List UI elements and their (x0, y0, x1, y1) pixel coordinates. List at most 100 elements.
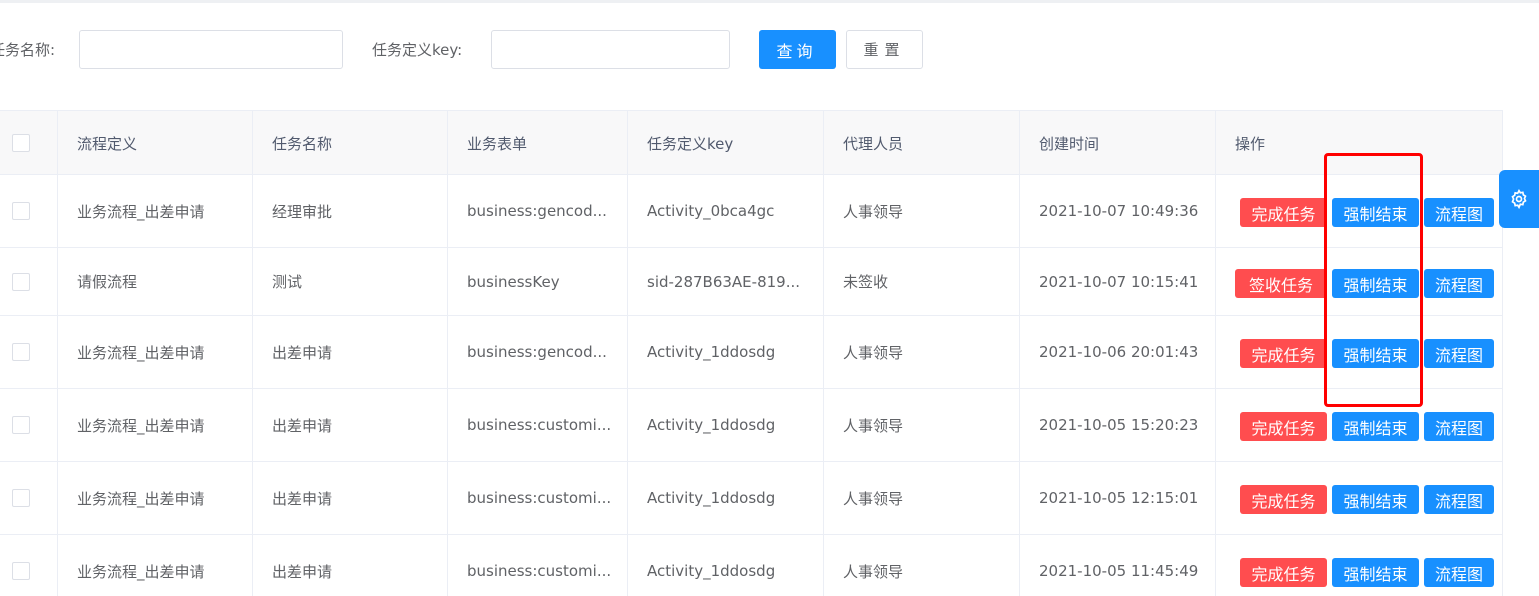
complete-task-button[interactable]: 完成任务 (1240, 558, 1327, 587)
cell-created-time: 2021-10-07 10:49:36 (1020, 175, 1216, 247)
cell-created-time-text: 2021-10-05 15:20:23 (1039, 416, 1199, 434)
cell-task-key: sid-287B63AE-819... (628, 248, 824, 315)
cell-task-key-text: Activity_1ddosdg (647, 489, 776, 507)
row-checkbox[interactable] (12, 489, 30, 507)
complete-task-button[interactable]: 完成任务 (1240, 412, 1327, 441)
complete-task-button[interactable]: 完成任务 (1240, 485, 1327, 514)
force-end-button[interactable]: 强制结束 (1332, 485, 1419, 514)
cell-actions: 完成任务 强制结束 流程图 (1216, 316, 1502, 388)
cell-task-key: Activity_1ddosdg (628, 389, 824, 461)
cell-actions: 完成任务 强制结束 流程图 (1216, 535, 1502, 596)
cell-process-text: 业务流程_出差申请 (77, 489, 205, 508)
cell-task-name: 出差申请 (253, 535, 448, 596)
header-select-all (0, 111, 58, 175)
cell-task-key-text: Activity_0bca4gc (647, 202, 775, 220)
cell-business-form-text: businessKey (467, 272, 560, 291)
header-task-key: 任务定义key (628, 111, 824, 175)
flowchart-button[interactable]: 流程图 (1424, 412, 1494, 441)
flowchart-button[interactable]: 流程图 (1424, 558, 1494, 587)
cell-agent-text: 人事领导 (843, 416, 904, 435)
cell-agent-text: 人事领导 (843, 562, 904, 581)
table-row: 业务流程_出差申请 经理审批 business:gencod... Activity_… (0, 175, 1502, 248)
select-all-checkbox[interactable] (12, 134, 30, 152)
cell-business-form: business:gencod... (448, 316, 628, 388)
force-end-button[interactable]: 强制结束 (1332, 269, 1419, 298)
flowchart-button[interactable]: 流程图 (1424, 485, 1494, 514)
reset-button[interactable]: 重置 (846, 30, 923, 69)
force-end-button[interactable]: 强制结束 (1332, 198, 1419, 227)
gear-icon (1511, 189, 1527, 209)
claim-task-button[interactable]: 签收任务 (1235, 269, 1327, 298)
cell-agent-text: 人事领导 (843, 343, 904, 362)
table-header: 流程定义 任务名称 业务表单 任务定义key 代理人员 创建时间 操作 (0, 111, 1502, 175)
cell-agent: 人事领导 (824, 535, 1020, 596)
cell-select (0, 389, 58, 461)
cell-process-text: 业务流程_出差申请 (77, 202, 205, 221)
cell-task-key-text: sid-287B63AE-819... (647, 272, 801, 291)
cell-agent: 未签收 (824, 248, 1020, 315)
cell-select (0, 535, 58, 596)
cell-process: 业务流程_出差申请 (58, 462, 253, 534)
cell-task-key-text: Activity_1ddosdg (647, 343, 776, 361)
task-key-input[interactable] (491, 30, 730, 69)
cell-task-name-text: 出差申请 (272, 343, 333, 362)
cell-task-key: Activity_0bca4gc (628, 175, 824, 247)
cell-business-form-text: business:gencod... (467, 202, 607, 220)
row-checkbox[interactable] (12, 272, 30, 291)
complete-task-button[interactable]: 完成任务 (1240, 198, 1327, 227)
cell-process-text: 业务流程_出差申请 (77, 416, 205, 435)
table-row: 业务流程_出差申请 出差申请 business:customi... Activity… (0, 389, 1502, 462)
force-end-button[interactable]: 强制结束 (1332, 558, 1419, 587)
cell-task-name-text: 出差申请 (272, 489, 333, 508)
cell-created-time: 2021-10-06 20:01:43 (1020, 316, 1216, 388)
table-row: 请假流程 测试 businessKey sid-287B63AE-819... 未签收 2… (0, 248, 1502, 316)
cell-task-name-text: 出差申请 (272, 562, 333, 581)
cell-task-key: Activity_1ddosdg (628, 316, 824, 388)
cell-task-key-text: Activity_1ddosdg (647, 416, 776, 434)
cell-process: 业务流程_出差申请 (58, 389, 253, 461)
task-table: 流程定义 任务名称 业务表单 任务定义key 代理人员 创建时间 操作 业务流程… (0, 110, 1503, 596)
row-checkbox[interactable] (12, 343, 30, 361)
table-row: 业务流程_出差申请 出差申请 business:gencod... Activity_… (0, 316, 1502, 389)
row-checkbox[interactable] (12, 416, 30, 434)
cell-business-form: business:gencod... (448, 175, 628, 247)
row-checkbox[interactable] (12, 562, 30, 580)
task-name-input[interactable] (79, 30, 343, 69)
flowchart-button[interactable]: 流程图 (1424, 269, 1494, 298)
query-button[interactable]: 查询 (759, 30, 836, 69)
cell-process-text: 业务流程_出差申请 (77, 343, 205, 362)
flowchart-button[interactable]: 流程图 (1424, 339, 1494, 368)
cell-process: 请假流程 (58, 248, 253, 315)
task-name-label: 任务名称: (0, 41, 56, 59)
cell-created-time-text: 2021-10-07 10:49:36 (1039, 202, 1199, 220)
cell-task-name-text: 测试 (272, 273, 303, 291)
table-row: 业务流程_出差申请 出差申请 business:customi... Activity… (0, 462, 1502, 535)
cell-created-time-text: 2021-10-05 11:45:49 (1039, 562, 1199, 580)
cell-task-name-text: 出差申请 (272, 416, 333, 435)
settings-button[interactable] (1499, 170, 1539, 228)
cell-agent: 人事领导 (824, 389, 1020, 461)
table-row: 业务流程_出差申请 出差申请 business:customi... Activity… (0, 535, 1502, 596)
row-checkbox[interactable] (12, 202, 30, 220)
cell-business-form: business:customi... (448, 389, 628, 461)
header-task-name: 任务名称 (253, 111, 448, 175)
cell-business-form: businessKey (448, 248, 628, 315)
header-business-form: 业务表单 (448, 111, 628, 175)
cell-created-time-text: 2021-10-06 20:01:43 (1039, 343, 1199, 361)
cell-agent-text: 人事领导 (843, 489, 904, 508)
cell-business-form-text: business:customi... (467, 416, 612, 434)
cell-actions: 完成任务 强制结束 流程图 (1216, 175, 1502, 247)
cell-agent-text: 未签收 (843, 273, 889, 291)
cell-task-name: 出差申请 (253, 316, 448, 388)
cell-task-name: 出差申请 (253, 462, 448, 534)
cell-task-name: 出差申请 (253, 389, 448, 461)
flowchart-button[interactable]: 流程图 (1424, 198, 1494, 227)
cell-created-time: 2021-10-07 10:15:41 (1020, 248, 1216, 315)
complete-task-button[interactable]: 完成任务 (1240, 339, 1327, 368)
cell-agent: 人事领导 (824, 462, 1020, 534)
force-end-button[interactable]: 强制结束 (1332, 339, 1419, 368)
cell-created-time: 2021-10-05 12:15:01 (1020, 462, 1216, 534)
force-end-button[interactable]: 强制结束 (1332, 412, 1419, 441)
cell-business-form: business:customi... (448, 535, 628, 596)
cell-business-form: business:customi... (448, 462, 628, 534)
